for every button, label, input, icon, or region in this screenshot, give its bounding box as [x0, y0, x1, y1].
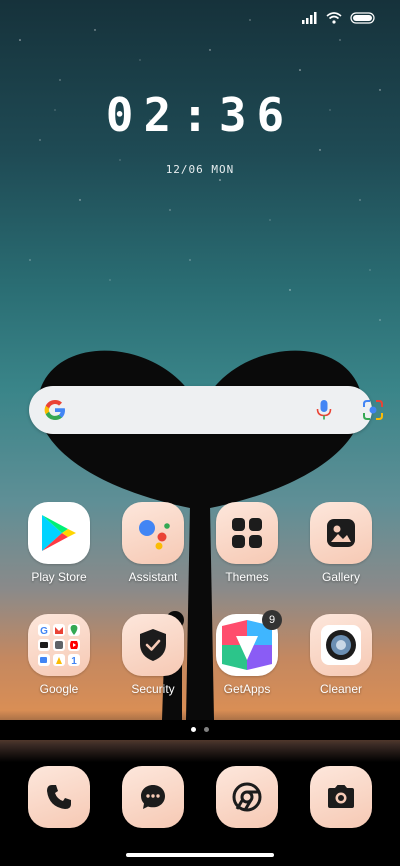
app-label: Cleaner — [319, 682, 363, 696]
app-label: GetApps — [223, 682, 271, 696]
app-label: Themes — [225, 570, 269, 584]
lockscreen-date: 12/06 MON — [165, 163, 235, 176]
app-label: Google — [39, 682, 79, 696]
app-security[interactable]: Security — [108, 614, 198, 696]
mic-icon[interactable] — [315, 399, 333, 421]
app-label: Gallery — [321, 570, 360, 584]
themes-icon — [216, 502, 278, 564]
dock-camera[interactable] — [296, 766, 386, 828]
dock-messages[interactable] — [108, 766, 198, 828]
google-g-icon — [44, 400, 65, 420]
assistant-icon — [122, 502, 184, 564]
app-label: Assistant — [128, 570, 178, 584]
svg-text:1: 1 — [71, 656, 77, 667]
messages-icon — [122, 766, 184, 828]
signal-icon — [302, 12, 317, 24]
app-themes[interactable]: Themes — [202, 502, 292, 584]
getapps-icon: 9 — [216, 610, 282, 676]
shield-icon — [122, 614, 184, 676]
page-dot — [204, 727, 209, 732]
wifi-icon — [326, 12, 342, 24]
google-folder-icon: G 1 — [28, 614, 90, 676]
gallery-icon — [310, 502, 372, 564]
app-gallery[interactable]: Gallery — [296, 502, 386, 584]
app-assistant[interactable]: Assistant — [108, 502, 198, 584]
status-bar — [302, 12, 376, 24]
app-play-store[interactable]: Play Store — [14, 502, 104, 584]
gesture-home-bar[interactable] — [126, 853, 274, 857]
notification-badge: 9 — [262, 610, 282, 630]
app-cleaner[interactable]: Cleaner — [296, 614, 386, 696]
dock-phone[interactable] — [14, 766, 104, 828]
app-label: Security — [131, 682, 175, 696]
chrome-icon — [216, 766, 278, 828]
lockscreen-clock: 02:36 — [105, 88, 295, 142]
lens-camera-icon[interactable] — [362, 399, 384, 421]
dock-chrome[interactable] — [202, 766, 292, 828]
page-indicator — [0, 727, 400, 732]
cleaner-icon — [310, 614, 372, 676]
phone-icon — [28, 766, 90, 828]
battery-icon — [350, 12, 375, 24]
app-label: Play Store — [31, 570, 87, 584]
camera-icon — [310, 766, 372, 828]
app-getapps[interactable]: 9 GetApps — [202, 610, 292, 696]
page-dot-active — [191, 727, 196, 732]
google-search-bar[interactable] — [29, 386, 383, 434]
app-google-folder[interactable]: G 1 Google — [14, 614, 104, 696]
svg-text:G: G — [40, 626, 48, 637]
play-store-icon — [28, 502, 90, 564]
